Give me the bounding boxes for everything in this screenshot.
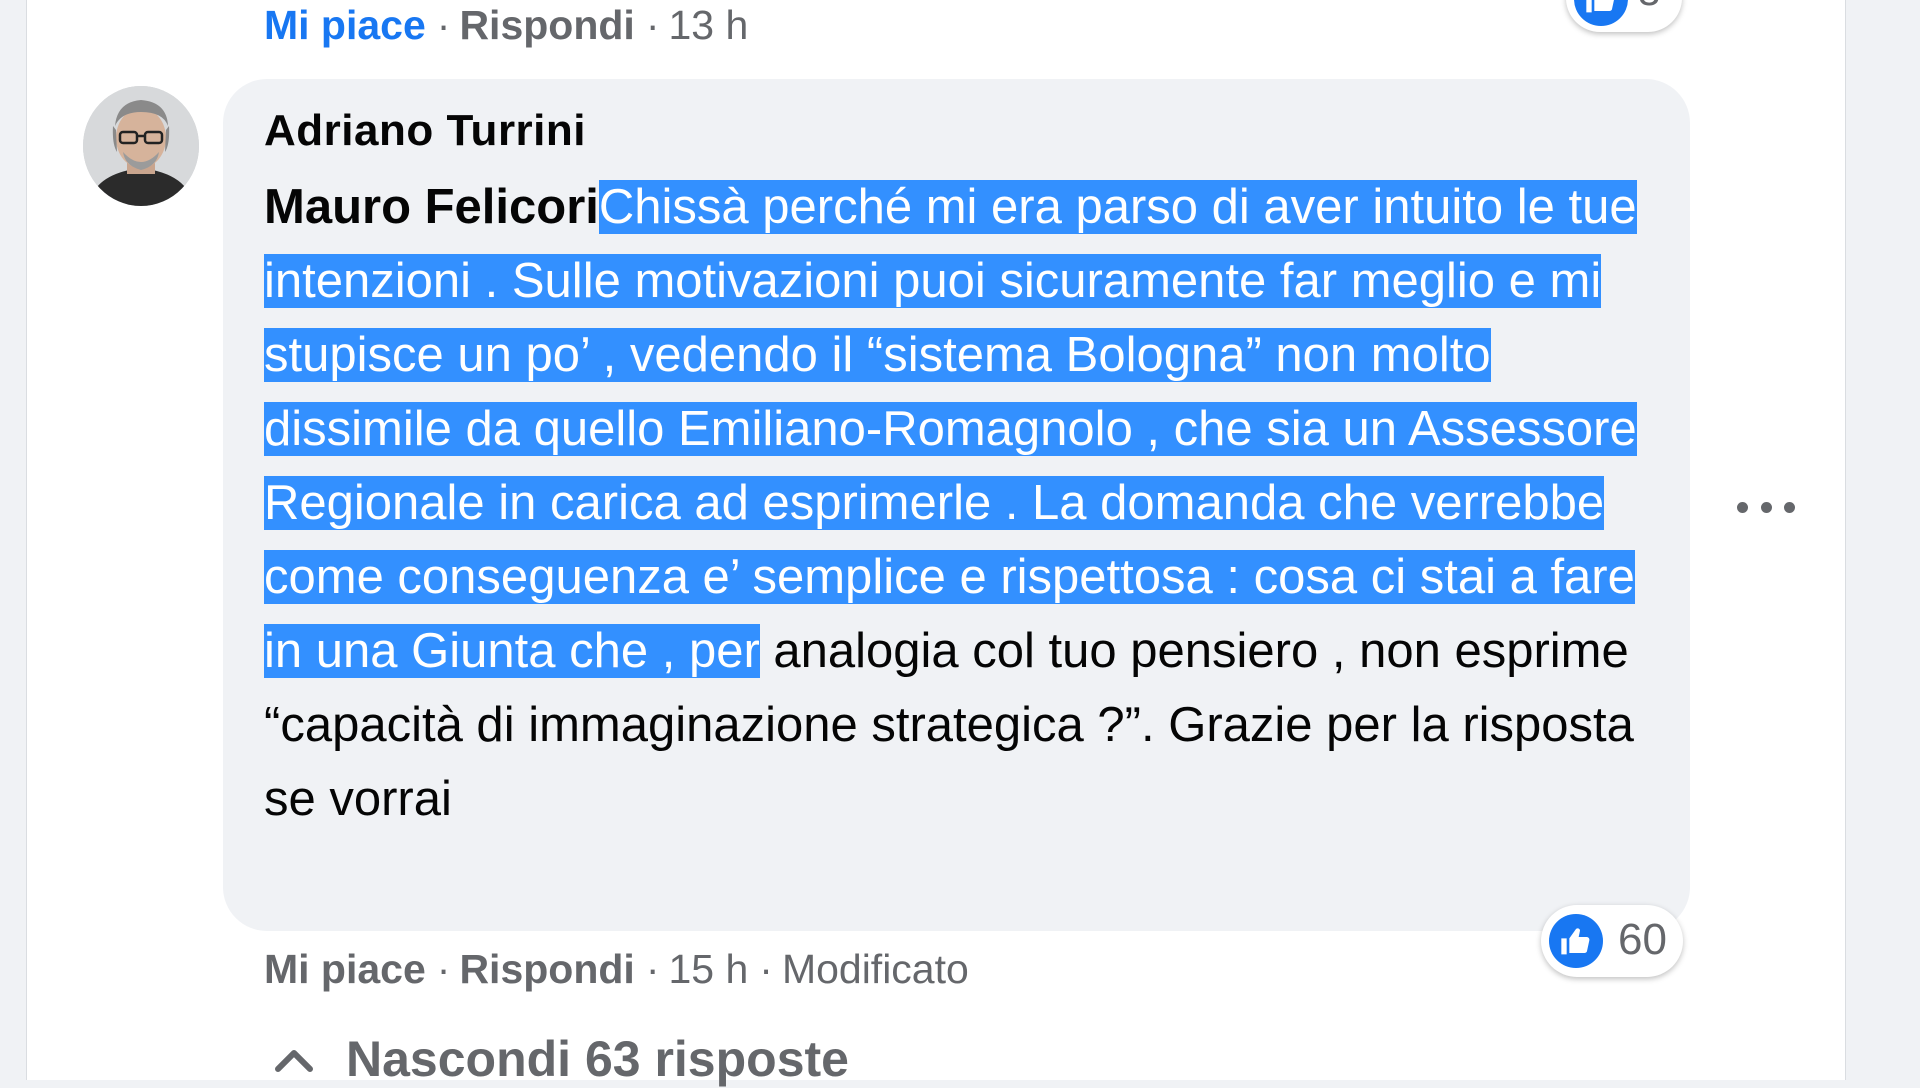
reaction-count: 3 [1638,0,1660,15]
chevron-up-icon [275,1050,313,1072]
separator: · [645,945,660,992]
separator: · [436,945,451,992]
comment-timestamp[interactable]: 15 h [668,946,748,993]
previous-reaction-summary[interactable]: 3 [1566,0,1682,32]
hide-replies-label: Nascondi 63 risposte [346,1031,849,1087]
previous-comment-actions: Mi piace · Rispondi · 13 h [264,0,748,50]
comment-timestamp[interactable]: 13 h [668,2,748,49]
reaction-summary[interactable]: 60 [1541,905,1683,977]
comment-actions: Mi piace · Rispondi · 15 h · Modificato [264,944,969,994]
separator: · [759,945,773,992]
avatar[interactable] [83,86,199,206]
like-button[interactable]: Mi piace [264,2,426,49]
edited-label[interactable]: Modificato [782,946,969,993]
like-button[interactable]: Mi piace [264,946,426,993]
comment-author[interactable]: Adriano Turrini [264,106,586,156]
like-reaction-icon [1549,914,1603,968]
mention-link[interactable]: Mauro Felicori [264,180,599,234]
comment-body: Mauro FelicoriChissà perché mi era parso… [264,170,1664,836]
more-horizontal-icon[interactable] [1737,482,1795,532]
like-reaction-icon [1574,0,1628,26]
separator: · [436,1,451,48]
selected-text: Chissà perché mi era parso di aver intui… [264,180,1637,678]
hide-replies-button[interactable]: Nascondi 63 risposte [272,1030,849,1088]
reply-button[interactable]: Rispondi [459,2,634,49]
reply-button[interactable]: Rispondi [459,946,634,993]
separator: · [645,1,660,48]
reaction-count: 60 [1618,915,1667,964]
